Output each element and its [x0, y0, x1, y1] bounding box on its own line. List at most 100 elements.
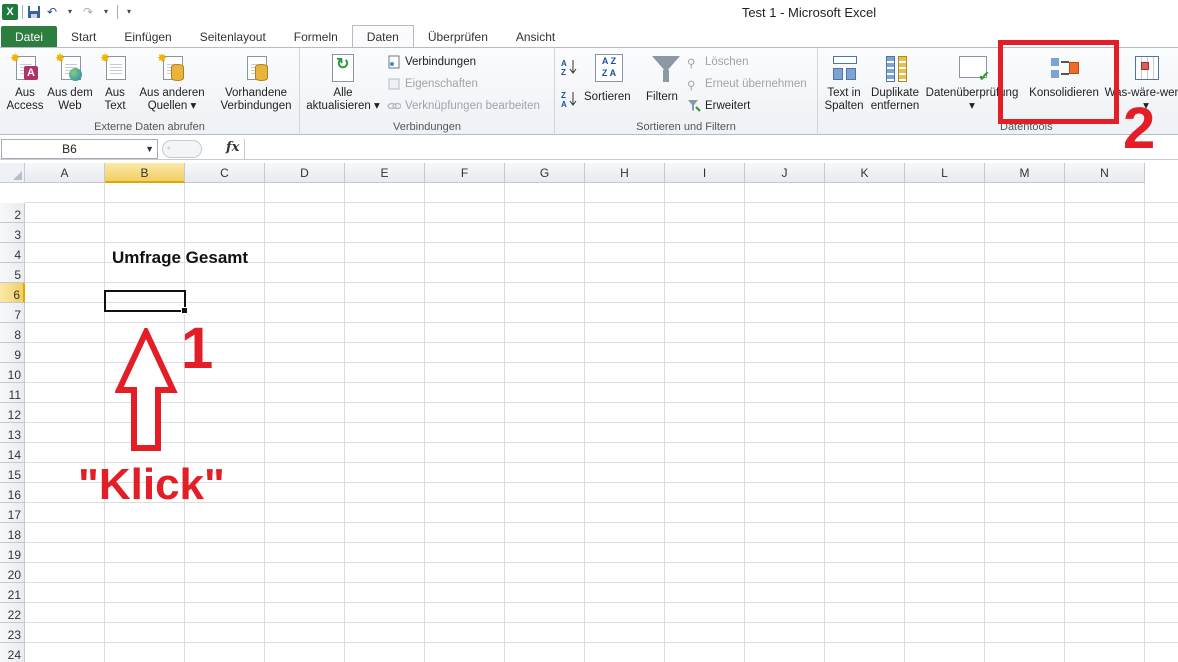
group-label-verbindungen: Verbindungen: [393, 121, 461, 133]
name-box[interactable]: B6 ▼: [1, 139, 158, 159]
column-header-m[interactable]: M: [985, 163, 1065, 183]
row-header-17[interactable]: 17: [0, 503, 25, 523]
tab-datei[interactable]: Datei: [1, 26, 58, 48]
row-header-7[interactable]: 7: [0, 303, 25, 323]
properties-icon: [387, 77, 401, 91]
tab-ansicht[interactable]: Ansicht: [502, 26, 569, 48]
aus-text-button[interactable]: ✸ Aus Text: [98, 52, 132, 113]
tab-ueberpruefen[interactable]: Überprüfen: [414, 26, 502, 48]
group-sortieren-filtern: AZ ZA A ZZ A Sortieren Filtern ⚲ Löschen…: [555, 48, 818, 135]
erweitert-label: Erweitert: [705, 100, 751, 112]
column-header-a[interactable]: A: [25, 163, 105, 183]
aus-anderen-quellen-button[interactable]: ✸ Aus anderen Quellen ▾: [137, 52, 207, 113]
select-all-corner[interactable]: [0, 163, 25, 183]
filtern-button[interactable]: [643, 52, 683, 87]
column-header-j[interactable]: J: [745, 163, 825, 183]
column-header-g[interactable]: G: [505, 163, 585, 183]
formula-resize-handle[interactable]: ◦: [162, 140, 202, 158]
column-header-l[interactable]: L: [905, 163, 985, 183]
filtern-label-wrap: Filtern: [646, 88, 678, 106]
verbindungen-button[interactable]: Verbindungen: [387, 53, 476, 71]
tab-seitenlayout[interactable]: Seitenlayout: [186, 26, 280, 48]
text-in-spalten-button[interactable]: Text in Spalten: [822, 52, 866, 113]
filtern-label: Filtern: [646, 91, 678, 103]
loeschen-button[interactable]: ⚲ Löschen: [687, 53, 748, 71]
highlight-konsolidieren-box: [998, 40, 1119, 124]
erweitert-button[interactable]: Erweitert: [687, 97, 750, 115]
active-cell-b6[interactable]: [104, 290, 188, 314]
existing-connections-icon: [241, 52, 271, 84]
column-header-b[interactable]: B: [105, 163, 185, 183]
column-header-n[interactable]: N: [1065, 163, 1145, 183]
sortieren-button[interactable]: A ZZ A: [583, 52, 633, 87]
column-header-k[interactable]: K: [825, 163, 905, 183]
erneut-uebernehmen-button[interactable]: ⚲ Erneut übernehmen: [687, 75, 807, 93]
text-to-columns-icon: [829, 52, 859, 84]
what-if-icon: [1131, 52, 1161, 84]
row-header-24[interactable]: 24: [0, 643, 25, 662]
tab-formeln[interactable]: Formeln: [280, 26, 352, 48]
eigenschaften-label: Eigenschaften: [405, 78, 478, 90]
row-header-23[interactable]: 23: [0, 623, 25, 643]
row-header-2[interactable]: 2: [0, 203, 25, 223]
edit-links-icon: [387, 99, 402, 113]
formula-input[interactable]: [244, 139, 1178, 159]
row-header-12[interactable]: 12: [0, 403, 25, 423]
tab-einfuegen[interactable]: Einfügen: [110, 26, 185, 48]
row-header-8[interactable]: 8: [0, 323, 25, 343]
vorhandene-verbindungen-button[interactable]: Vorhandene Verbindungen: [216, 52, 296, 113]
row-header-20[interactable]: 20: [0, 563, 25, 583]
column-header-f[interactable]: F: [425, 163, 505, 183]
loeschen-label: Löschen: [705, 56, 749, 68]
column-header-c[interactable]: C: [185, 163, 265, 183]
cell-b4-umfrage-gesamt[interactable]: Umfrage Gesamt: [112, 248, 248, 268]
row-header-21[interactable]: 21: [0, 583, 25, 603]
row-header-10[interactable]: 10: [0, 363, 25, 383]
aus-text-label-1: Aus: [105, 87, 125, 99]
group-label-externe-daten: Externe Daten abrufen: [94, 121, 205, 133]
access-icon: ✸ A: [10, 52, 40, 84]
row-header-4[interactable]: 4: [0, 243, 25, 263]
row-header-16[interactable]: 16: [0, 483, 25, 503]
row-header-6[interactable]: 6: [0, 283, 25, 303]
name-box-dropdown-icon[interactable]: ▼: [145, 140, 154, 158]
refresh-all-icon: [328, 52, 358, 84]
row-header-5[interactable]: 5: [0, 263, 25, 283]
aus-anderen-quellen-label-2: Quellen ▾: [147, 100, 197, 112]
formula-controls: ◦ fx: [160, 139, 244, 159]
sort-az-icon: AZ: [561, 58, 577, 77]
row-header-18[interactable]: 18: [0, 523, 25, 543]
column-header-i[interactable]: I: [665, 163, 745, 183]
duplikate-label-1: Duplikate: [871, 87, 919, 99]
aus-dem-web-button[interactable]: ✸ Aus dem Web: [47, 52, 93, 113]
row-header-19[interactable]: 19: [0, 543, 25, 563]
aus-access-button[interactable]: ✸ A Aus Access: [4, 52, 46, 113]
column-header-e[interactable]: E: [345, 163, 425, 183]
row-header-22[interactable]: 22: [0, 603, 25, 623]
tab-start[interactable]: Start: [57, 26, 110, 48]
vorhandene-verbindungen-label-2: Verbindungen: [220, 100, 292, 112]
duplikate-entfernen-button[interactable]: Duplikate entfernen: [868, 52, 922, 113]
aus-text-label-2: Text: [104, 100, 126, 112]
insert-function-icon[interactable]: fx: [226, 140, 239, 155]
row-header-13[interactable]: 13: [0, 423, 25, 443]
window-title: Test 1 - Microsoft Excel: [741, 5, 877, 20]
eigenschaften-button[interactable]: Eigenschaften: [387, 75, 478, 93]
advanced-filter-icon: [687, 99, 701, 113]
row-header-11[interactable]: 11: [0, 383, 25, 403]
tab-daten[interactable]: Daten: [351, 25, 414, 48]
row-header-15[interactable]: 15: [0, 463, 25, 483]
sort-ascending-button[interactable]: AZ: [561, 56, 577, 77]
title-bar: X ↶ ▾ ↷ ▾ ▾ Test 1 - Microsoft Excel: [0, 0, 1178, 24]
row-header-14[interactable]: 14: [0, 443, 25, 463]
verknuepfungen-bearbeiten-button[interactable]: Verknüpfungen bearbeiten: [387, 97, 540, 115]
column-header-d[interactable]: D: [265, 163, 345, 183]
row-header-9[interactable]: 9: [0, 343, 25, 363]
alle-aktualisieren-button[interactable]: Alle aktualisieren ▾: [304, 52, 382, 113]
sort-descending-button[interactable]: ZA: [561, 88, 577, 109]
svg-text:Z: Z: [561, 91, 566, 100]
sort-za-icon: ZA: [561, 90, 577, 109]
column-header-h[interactable]: H: [585, 163, 665, 183]
vorhandene-verbindungen-label-1: Vorhandene: [224, 87, 288, 99]
row-header-3[interactable]: 3: [0, 223, 25, 243]
